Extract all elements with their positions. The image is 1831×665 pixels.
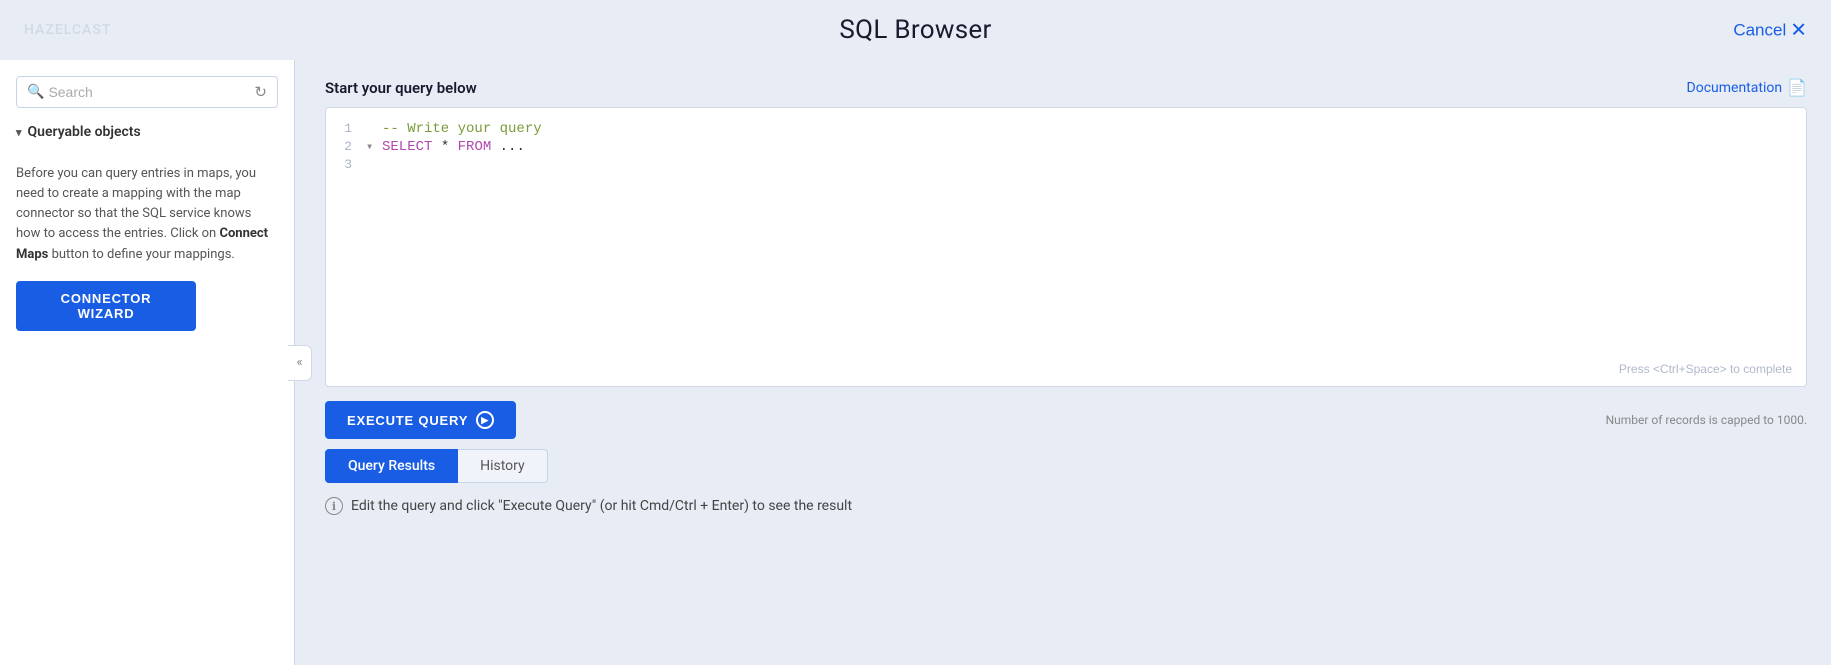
code-editor[interactable]: 1 -- Write your query 2 ▾ SELECT * FROM … (325, 107, 1807, 387)
info-text: Before you can query entries in maps, yo… (16, 164, 278, 265)
results-info: ℹ Edit the query and click "Execute Quer… (325, 497, 1807, 515)
close-icon: ✕ (1790, 18, 1807, 43)
code-lines: 1 -- Write your query 2 ▾ SELECT * FROM … (326, 108, 1806, 185)
code-line-2: 2 ▾ SELECT * FROM ... (326, 138, 1806, 156)
tab-history[interactable]: History (458, 449, 548, 483)
hazelcast-logo: HAZELCAST (24, 22, 112, 38)
query-label: Start your query below (325, 79, 477, 97)
execute-bar: EXECUTE QUERY ▶ Number of records is cap… (325, 387, 1807, 449)
documentation-link[interactable]: Documentation 📄 (1687, 78, 1807, 97)
code-comment: -- Write your query (382, 121, 542, 137)
collapse-arrow-icon: ▾ (366, 139, 382, 154)
chevron-left-icon: « (296, 355, 302, 370)
tab-query-results[interactable]: Query Results (325, 449, 458, 483)
main-layout: 🔍 ↻ ▾ Queryable objects Before you can q… (0, 60, 1831, 665)
connector-wizard-button[interactable]: CONNECTOR WIZARD (16, 281, 196, 331)
page-title: SQL Browser (839, 15, 991, 45)
play-icon: ▶ (476, 411, 494, 429)
top-bar: HAZELCAST SQL Browser Cancel ✕ (0, 0, 1831, 60)
queryable-section: ▾ Queryable objects (16, 124, 278, 152)
queryable-header[interactable]: ▾ Queryable objects (16, 124, 278, 140)
autocomplete-hint: Press <Ctrl+Space> to complete (1619, 362, 1792, 376)
code-line-3: 3 (326, 156, 1806, 173)
info-icon: ℹ (325, 497, 343, 515)
queryable-label: Queryable objects (28, 124, 141, 140)
sidebar: 🔍 ↻ ▾ Queryable objects Before you can q… (0, 60, 295, 665)
execute-label: EXECUTE QUERY (347, 413, 468, 428)
search-icon: 🔍 (27, 84, 44, 100)
results-info-text: Edit the query and click "Execute Query"… (351, 498, 852, 514)
refresh-icon[interactable]: ↻ (254, 83, 267, 101)
execute-query-button[interactable]: EXECUTE QUERY ▶ (325, 401, 516, 439)
chevron-down-icon: ▾ (16, 126, 22, 139)
tabs-row: Query Results History (325, 449, 1807, 483)
collapse-sidebar-button[interactable]: « (288, 345, 312, 381)
line-number-1: 1 (326, 121, 366, 136)
query-header: Start your query below Documentation 📄 (325, 78, 1807, 97)
search-box: 🔍 ↻ (16, 76, 278, 108)
doc-icon: 📄 (1787, 78, 1807, 97)
cancel-button[interactable]: Cancel ✕ (1733, 18, 1807, 43)
line-number-2: 2 (326, 139, 366, 154)
content-area: Start your query below Documentation 📄 1… (295, 60, 1831, 665)
search-input[interactable] (48, 84, 248, 100)
records-cap-label: Number of records is capped to 1000. (1606, 413, 1807, 427)
code-line-1: 1 -- Write your query (326, 120, 1806, 138)
code-sql: SELECT * FROM ... (382, 139, 525, 155)
line-number-3: 3 (326, 157, 366, 172)
